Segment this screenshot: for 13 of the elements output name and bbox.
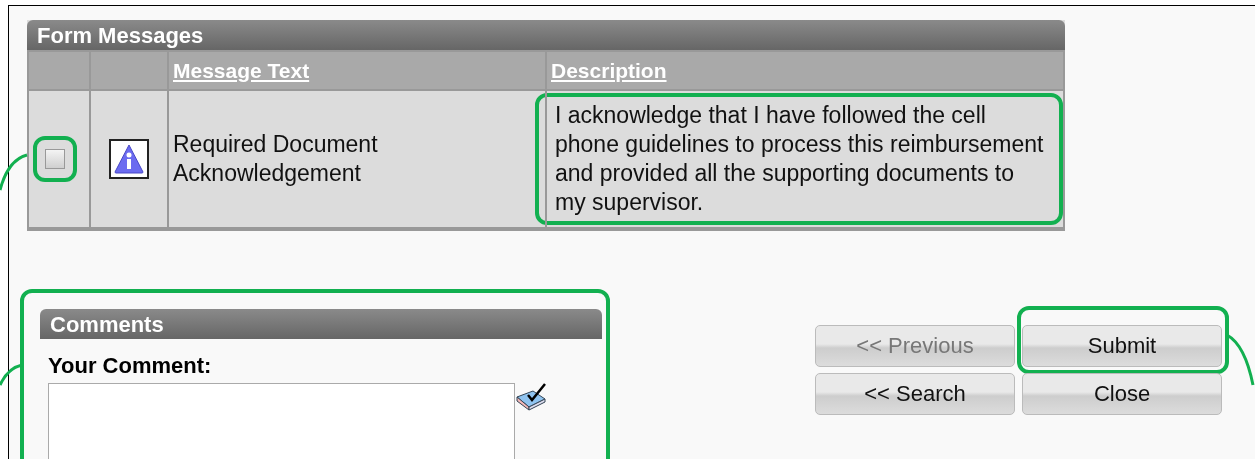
info-icon bbox=[109, 139, 149, 179]
spellcheck-icon[interactable] bbox=[515, 381, 549, 411]
action-button[interactable]: << Search bbox=[815, 373, 1015, 415]
comment-label: Your Comment: bbox=[48, 353, 213, 379]
panel-header: Comments bbox=[40, 309, 602, 339]
action-button[interactable]: Close bbox=[1022, 373, 1222, 415]
leader-line bbox=[0, 153, 28, 191]
message-text: Required Document Acknowledgement bbox=[173, 131, 378, 186]
panel-header: Form Messages bbox=[27, 20, 1065, 50]
description-text: I acknowledge that I have followed the cell phone guidelines to process this reimbursement and provided all the supporting documents to my supervisor. bbox=[555, 101, 1045, 217]
checkbox[interactable] bbox=[45, 149, 65, 169]
comment-field[interactable] bbox=[48, 383, 515, 459]
action-button[interactable]: Submit bbox=[1022, 325, 1222, 367]
